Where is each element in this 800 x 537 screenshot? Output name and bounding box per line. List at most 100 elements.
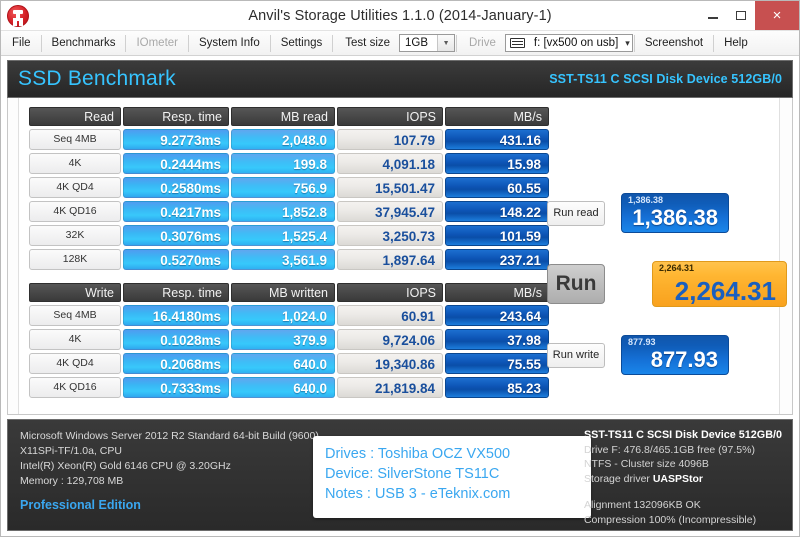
row-label[interactable]: 4K QD4 [29, 353, 121, 374]
table-row: Seq 4MB 16.4180ms 1,024.0 60.91 243.64 [29, 305, 549, 326]
write-table-body: Seq 4MB 16.4180ms 1,024.0 60.91 243.64 4… [29, 305, 549, 398]
drive-info-driver-label: Storage driver [583, 472, 650, 485]
write-score-box: 877.93 877.93 [621, 335, 729, 375]
system-cpu: Intel(R) Xeon(R) Gold 6146 CPU @ 3.20GHz [20, 460, 231, 472]
drive-group: Drive f: [vx500 on usb] ▾ [460, 32, 633, 54]
drive-select[interactable]: f: [vx500 on usb] ▾ [504, 34, 633, 52]
system-info-block: Microsoft Windows Server 2012 R2 Standar… [20, 429, 319, 513]
minimize-button[interactable] [699, 1, 727, 30]
drive-info-driver-value: UASPStor [652, 472, 704, 485]
table-row: 4K QD4 0.2068ms 640.0 19,340.86 75.55 [29, 353, 549, 374]
cell-mbs: 85.23 [445, 377, 549, 398]
cell-mbs: 75.55 [445, 353, 549, 374]
cell-resp-time: 0.2580ms [123, 177, 229, 198]
table-row: 4K 0.2444ms 199.8 4,091.18 15.98 [29, 153, 549, 174]
cell-resp-time: 0.1028ms [123, 329, 229, 350]
write-results-table: Write Resp. time MB written IOPS MB/s Se… [27, 280, 551, 401]
menu-settings[interactable]: Settings [272, 32, 332, 54]
cell-mb-read: 756.9 [231, 177, 335, 198]
write-score-caption: 877.93 [628, 337, 656, 347]
toolbar-separator [713, 34, 715, 52]
menu-system-info[interactable]: System Info [190, 32, 269, 54]
toolbar-separator [269, 34, 271, 52]
chevron-down-icon[interactable]: ▾ [623, 35, 632, 51]
cell-mb-written: 379.9 [231, 329, 335, 350]
toolbar-separator [188, 34, 189, 52]
write-score-row: Run write 877.93 877.93 [547, 335, 797, 375]
notes-device: Device: SilverStone TS11C [325, 466, 500, 482]
table-row: 128K 0.5270ms 3,561.9 1,897.64 237.21 [29, 249, 549, 270]
drive-info-alignment: Alignment 132096KB OK [583, 499, 701, 511]
read-score-box: 1,386.38 1,386.38 [621, 193, 729, 233]
read-score-row: Run read 1,386.38 1,386.38 [547, 193, 797, 233]
drive-info-capacity: Drive F: 476.8/465.1GB free (97.5%) [583, 443, 755, 456]
table-row: 4K QD16 0.7333ms 640.0 21,819.84 85.23 [29, 377, 549, 398]
menu-screenshot[interactable]: Screenshot [636, 32, 712, 54]
table-row: 4K QD4 0.2580ms 756.9 15,501.47 60.55 [29, 177, 549, 198]
cell-iops: 4,091.18 [337, 153, 443, 174]
system-board: X11SPi-TF/1.0a, CPU [20, 445, 122, 457]
read-results-table: Read Resp. time MB read IOPS MB/s Seq 4M… [27, 104, 551, 273]
total-score-box: 2,264.31 2,264.31 [652, 261, 787, 307]
cell-resp-time: 0.2068ms [123, 353, 229, 374]
benchmark-header-band: SSD Benchmark SST-TS11 C SCSI Disk Devic… [7, 60, 793, 98]
row-label[interactable]: 4K QD4 [29, 177, 121, 198]
cell-mb-read: 2,048.0 [231, 129, 335, 150]
row-label[interactable]: 4K QD16 [29, 377, 121, 398]
page-title: SSD Benchmark [18, 67, 176, 90]
row-label[interactable]: 4K [29, 329, 121, 350]
row-label[interactable]: 32K [29, 225, 121, 246]
cell-mbs: 101.59 [445, 225, 549, 246]
menu-file[interactable]: File [3, 32, 40, 54]
cell-iops: 15,501.47 [337, 177, 443, 198]
results-panel: Read Resp. time MB read IOPS MB/s Seq 4M… [19, 98, 787, 414]
edition-label: Professional Edition [20, 498, 141, 512]
chevron-down-icon[interactable]: ▼ [437, 35, 455, 51]
notes-notes: Notes : USB 3 - eTeknix.com [325, 486, 511, 502]
cell-resp-time: 0.4217ms [123, 201, 229, 222]
read-header-iops: IOPS [337, 107, 443, 126]
cell-iops: 21,819.84 [337, 377, 443, 398]
read-header-mbs: MB/s [445, 107, 549, 126]
cell-mb-read: 199.8 [231, 153, 335, 174]
run-write-button[interactable]: Run write [547, 342, 605, 368]
menu-benchmarks[interactable]: Benchmarks [43, 32, 125, 54]
cell-resp-time: 9.2773ms [123, 129, 229, 150]
row-label[interactable]: Seq 4MB [29, 305, 121, 326]
test-size-label: Test size [345, 37, 391, 49]
menu-help[interactable]: Help [715, 32, 757, 54]
close-button[interactable]: × [755, 1, 799, 30]
cell-iops: 37,945.47 [337, 201, 443, 222]
row-label[interactable]: Seq 4MB [29, 129, 121, 150]
menu-iometer: IOmeter [136, 37, 178, 49]
drive-label: Drive [469, 37, 496, 49]
write-header-mb: MB written [231, 283, 335, 302]
benchmark-body: Read Resp. time MB read IOPS MB/s Seq 4M… [7, 98, 793, 415]
cell-mbs: 237.21 [445, 249, 549, 270]
maximize-button[interactable] [727, 1, 755, 30]
read-score-caption: 1,386.38 [628, 195, 664, 205]
app-window: Anvil's Storage Utilities 1.1.0 (2014-Ja… [0, 0, 800, 537]
toolbar-separator [633, 34, 635, 52]
drive-info-block: SST-TS11 C SCSI Disk Device 512GB/0 Driv… [584, 428, 782, 527]
toolbar-separator [40, 34, 42, 52]
cell-mb-written: 640.0 [231, 377, 335, 398]
cell-mbs: 243.64 [445, 305, 549, 326]
test-size-select[interactable]: 1GB ▼ [399, 34, 456, 52]
row-label[interactable]: 128K [29, 249, 121, 270]
row-label[interactable]: 4K QD16 [29, 201, 121, 222]
row-label[interactable]: 4K [29, 153, 121, 174]
drive-info-filesystem: NTFS - Cluster size 4096B [583, 458, 709, 470]
anvil-app-icon [7, 4, 29, 27]
table-row: Seq 4MB 9.2773ms 2,048.0 107.79 431.16 [29, 129, 549, 150]
drive-info-driver: Storage driver UASPStor [584, 472, 782, 487]
run-read-button[interactable]: Run read [547, 200, 605, 226]
content-area: SSD Benchmark SST-TS11 C SCSI Disk Devic… [1, 56, 799, 536]
cell-mb-written: 640.0 [231, 353, 335, 374]
cell-resp-time: 0.5270ms [123, 249, 229, 270]
cell-resp-time: 0.3076ms [123, 225, 229, 246]
run-button[interactable]: Run [547, 264, 605, 304]
notes-card: Drives : Toshiba OCZ VX500 Device: Silve… [313, 436, 591, 518]
read-header-mb: MB read [231, 107, 335, 126]
